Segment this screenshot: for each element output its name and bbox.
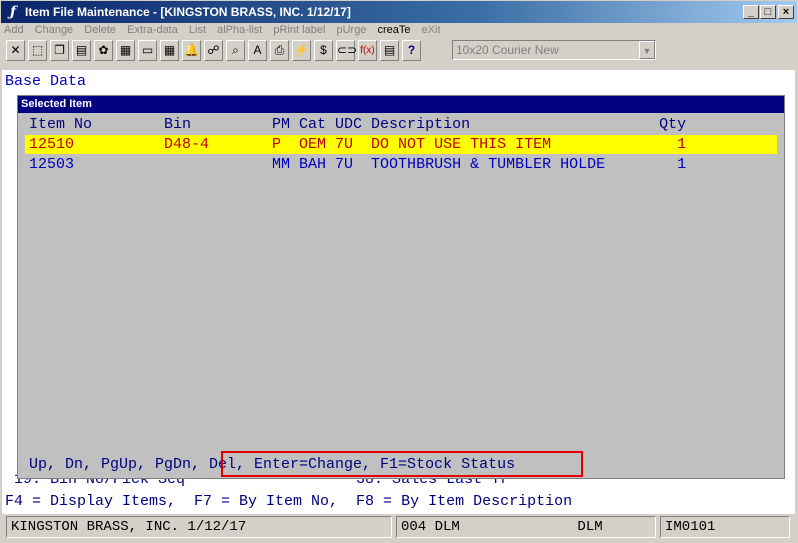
paste-icon[interactable]: ▤ <box>72 40 91 61</box>
menu-create[interactable]: creaTe <box>378 24 411 36</box>
search-icon[interactable]: ⌕ <box>226 40 245 61</box>
font-a-icon[interactable]: A <box>248 40 267 61</box>
lightning-icon[interactable]: ⚡ <box>292 40 311 61</box>
highlight-annotation <box>221 451 583 477</box>
link-icon[interactable]: ⊂⊃ <box>336 40 357 61</box>
table-row[interactable]: 12510 D48-4 P OEM 7U DO NOT USE THIS ITE… <box>29 136 686 154</box>
section-title: Base Data <box>5 73 87 90</box>
minimize-button[interactable]: _ <box>743 5 759 19</box>
copy-icon[interactable]: ❐ <box>50 40 69 61</box>
app-window: ƒ Item File Maintenance - [KINGSTON BRAS… <box>0 0 798 543</box>
table-row[interactable]: 12503 MM BAH 7U TOOTHBRUSH & TUMBLER HOL… <box>29 156 686 174</box>
document-icon[interactable]: ▤ <box>380 40 399 61</box>
menu-alpha-list[interactable]: alPha-list <box>217 24 262 36</box>
function-keys-line: F4 = Display Items, F7 = By Item No, F8 … <box>5 493 573 510</box>
title-bar[interactable]: ƒ Item File Maintenance - [KINGSTON BRAS… <box>1 1 797 23</box>
function-icon[interactable]: f(x) <box>358 40 377 61</box>
menu-add[interactable]: Add <box>4 24 24 36</box>
settings-icon[interactable]: ✿ <box>94 40 113 61</box>
app-icon: ƒ <box>9 4 17 20</box>
menu-purge[interactable]: pUrge <box>336 24 366 36</box>
print-preview-icon[interactable]: ▦ <box>116 40 135 61</box>
menu-change[interactable]: Change <box>35 24 74 36</box>
status-user: 004 DLM DLM <box>396 516 656 538</box>
font-select-value: 10x20 Courier New <box>456 43 559 57</box>
dollar-icon[interactable]: $ <box>314 40 333 61</box>
help-pointer-icon[interactable]: ? <box>402 40 421 61</box>
print-icon[interactable]: ⎙ <box>270 40 289 61</box>
status-bar: KINGSTON BRASS, INC. 1/12/17 004 DLM DLM… <box>2 514 795 541</box>
menu-extra-data[interactable]: Extra-data <box>127 24 178 36</box>
chevron-down-icon[interactable]: ▼ <box>639 41 655 59</box>
selected-item-panel: Selected Item Item No Bin PM Cat UDC Des… <box>17 95 785 479</box>
menu-bar: Add Change Delete Extra-data List alPha-… <box>4 24 449 40</box>
bell-icon[interactable]: 🔔 <box>182 40 201 61</box>
column-headers: Item No Bin PM Cat UDC Description Qty <box>29 116 687 133</box>
maximize-button[interactable]: □ <box>760 5 776 19</box>
status-company: KINGSTON BRASS, INC. 1/12/17 <box>6 516 392 538</box>
select-rect-icon[interactable]: ⬚ <box>28 40 47 61</box>
notes-icon[interactable]: ▭ <box>138 40 157 61</box>
terminal-screen[interactable]: Base Data 19. Bin No/Pick Seq 38. Sales … <box>2 70 795 514</box>
close-x-icon[interactable]: ✕ <box>6 40 25 61</box>
menu-list[interactable]: List <box>189 24 206 36</box>
binoculars-icon[interactable]: ☍ <box>204 40 223 61</box>
window-title: Item File Maintenance - [KINGSTON BRASS,… <box>25 5 351 19</box>
font-select[interactable]: 10x20 Courier New ▼ <box>452 40 656 60</box>
menu-delete[interactable]: Delete <box>84 24 116 36</box>
panel-title: Selected Item <box>18 96 784 113</box>
menu-exit[interactable]: eXit <box>422 24 441 36</box>
calc-icon[interactable]: ▦ <box>160 40 179 61</box>
menu-print-label[interactable]: pRint label <box>273 24 325 36</box>
close-button[interactable]: × <box>778 5 794 19</box>
status-program: IM0101 <box>660 516 790 538</box>
